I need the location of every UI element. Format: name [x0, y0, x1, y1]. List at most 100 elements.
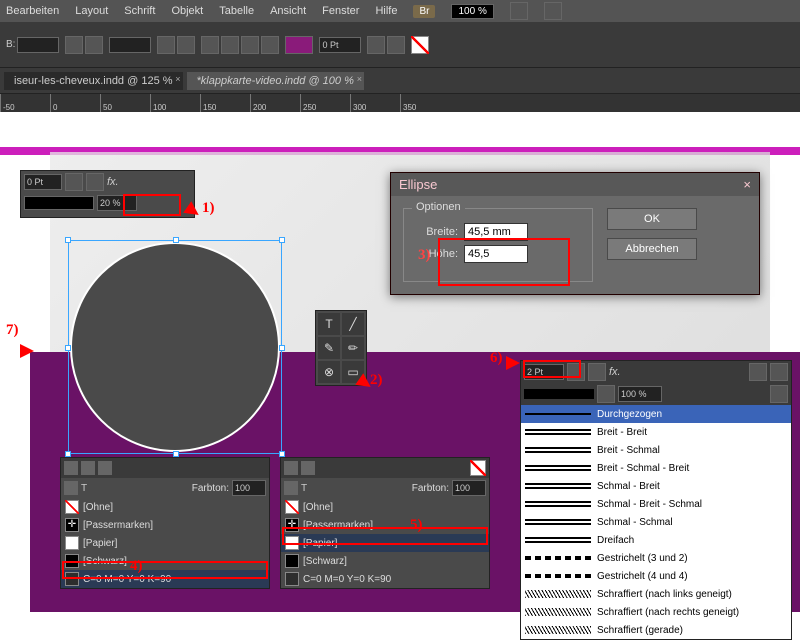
stroke-type[interactable]: Schraffiert (nach rechts geneigt) — [521, 603, 791, 621]
corner-icon[interactable] — [387, 36, 405, 54]
none-swatch-icon[interactable] — [411, 36, 429, 54]
width-field[interactable] — [17, 37, 59, 53]
type-tool-icon[interactable]: T — [318, 313, 340, 335]
swatch-none[interactable]: [Ohne] — [281, 498, 489, 516]
align-icon-2[interactable] — [177, 36, 195, 54]
ok-button[interactable]: OK — [607, 208, 697, 230]
cap-icon[interactable] — [597, 385, 615, 403]
pt-field[interactable]: 0 Pt — [319, 37, 361, 53]
none-icon[interactable] — [470, 460, 486, 476]
menu-tabelle[interactable]: Tabelle — [219, 5, 254, 17]
effects-icon[interactable] — [588, 363, 606, 381]
line-tool-icon[interactable]: ╱ — [342, 313, 364, 335]
align-icon[interactable] — [749, 363, 767, 381]
close-icon[interactable]: × — [743, 177, 751, 192]
view-mode-icon[interactable] — [510, 2, 528, 20]
flip-v-icon[interactable] — [85, 36, 103, 54]
panel-icon[interactable] — [284, 461, 298, 475]
dialog-titlebar[interactable]: Ellipse × — [391, 173, 759, 196]
resize-handle[interactable] — [65, 345, 71, 351]
fill-stroke-icon[interactable] — [64, 481, 78, 495]
stroke-type[interactable]: Schmal - Schmal — [521, 513, 791, 531]
swatch-cmyk90[interactable]: C=0 M=0 Y=0 K=90 — [281, 570, 489, 588]
stroke-weight-field[interactable]: 2 Pt — [524, 364, 564, 380]
ellipse-tool-icon[interactable]: ⊗ — [318, 361, 340, 383]
swatch-none[interactable]: [Ohne] — [61, 498, 269, 516]
pencil-tool-icon[interactable]: ✏ — [342, 337, 364, 359]
stroke-weight-field[interactable]: 0 Pt — [24, 174, 62, 190]
swatch-paper[interactable]: [Papier] — [281, 534, 489, 552]
tab-doc-1[interactable]: iseur-les-cheveux.indd @ 125 %× — [4, 72, 183, 90]
stroke-field[interactable] — [109, 37, 151, 53]
align-icon[interactable] — [157, 36, 175, 54]
text-wrap-icon[interactable] — [201, 36, 219, 54]
width-input[interactable] — [464, 223, 528, 241]
cancel-button[interactable]: Abbrechen — [607, 238, 697, 260]
text-wrap-icon-4[interactable] — [261, 36, 279, 54]
menu-layout[interactable]: Layout — [75, 5, 108, 17]
pen-tool-icon[interactable]: ✎ — [318, 337, 340, 359]
stroke-type[interactable]: Schmal - Breit - Schmal — [521, 495, 791, 513]
panel-icon[interactable] — [64, 461, 78, 475]
opacity-field[interactable]: 100 % — [618, 386, 662, 402]
close-icon[interactable]: × — [357, 74, 362, 84]
canvas-area[interactable]: 0 Pt fx. 20 % T ╱ ✎ ✏ ⊗ ▭ Ellipse × Opti… — [0, 112, 800, 600]
zoom-dropdown[interactable]: 100 % — [451, 4, 493, 19]
menu-fenster[interactable]: Fenster — [322, 5, 359, 17]
stroke-type[interactable]: Schraffiert (nach links geneigt) — [521, 585, 791, 603]
corner-icon[interactable] — [65, 173, 83, 191]
stroke-type[interactable]: Gestrichelt (3 und 2) — [521, 549, 791, 567]
stroke-type-solid[interactable]: Durchgezogen — [521, 405, 791, 423]
effects-icon[interactable] — [86, 173, 104, 191]
fill-swatch[interactable] — [285, 36, 313, 54]
annotation-1: 1) — [202, 200, 215, 217]
flip-h-icon[interactable] — [65, 36, 83, 54]
swatch-registration[interactable]: [Passermarken] — [281, 516, 489, 534]
swatch-registration[interactable]: [Passermarken] — [61, 516, 269, 534]
black-icon — [285, 554, 299, 568]
text-wrap-icon-2[interactable] — [221, 36, 239, 54]
close-icon[interactable]: × — [175, 74, 180, 84]
align-icon[interactable] — [770, 363, 788, 381]
swatch-cmyk90[interactable]: C=0 M=0 Y=0 K=90 — [61, 570, 269, 588]
fill-stroke-icon[interactable] — [284, 481, 298, 495]
resize-handle[interactable] — [279, 345, 285, 351]
arrange-icon[interactable] — [544, 2, 562, 20]
menu-objekt[interactable]: Objekt — [171, 5, 203, 17]
stroke-preview[interactable] — [524, 389, 594, 399]
tint-field[interactable]: 100 — [452, 480, 486, 496]
resize-handle[interactable] — [173, 237, 179, 243]
panel-icon[interactable] — [301, 461, 315, 475]
grid-icon[interactable] — [770, 385, 788, 403]
opacity-field[interactable]: 20 % — [97, 195, 137, 211]
menu-hilfe[interactable]: Hilfe — [375, 5, 397, 17]
tint-field[interactable]: 100 — [232, 480, 266, 496]
panel-icon[interactable] — [81, 461, 95, 475]
tool-cluster: T ╱ ✎ ✏ ⊗ ▭ — [315, 310, 367, 386]
stroke-preview[interactable] — [24, 196, 94, 210]
stroke-preview-icon — [525, 429, 591, 435]
tint-label: Farbton: — [192, 483, 229, 494]
stroke-type[interactable]: Breit - Schmal — [521, 441, 791, 459]
swatch-black[interactable]: [Schwarz] — [281, 552, 489, 570]
menu-bearbeiten[interactable]: Bearbeiten — [6, 5, 59, 17]
corner-icon[interactable] — [567, 363, 585, 381]
text-wrap-icon-3[interactable] — [241, 36, 259, 54]
tab-doc-2[interactable]: *klappkarte-video.indd @ 100 %× — [187, 72, 364, 90]
height-input[interactable] — [464, 245, 528, 263]
bridge-badge[interactable]: Br — [413, 5, 435, 18]
stroke-type[interactable]: Schmal - Breit — [521, 477, 791, 495]
resize-handle[interactable] — [279, 237, 285, 243]
stroke-type[interactable]: Breit - Breit — [521, 423, 791, 441]
stroke-type[interactable]: Dreifach — [521, 531, 791, 549]
stroke-type[interactable]: Gestrichelt (4 und 4) — [521, 567, 791, 585]
panel-icon[interactable] — [98, 461, 112, 475]
fx-icon[interactable] — [367, 36, 385, 54]
resize-handle[interactable] — [65, 237, 71, 243]
stroke-type[interactable]: Breit - Schmal - Breit — [521, 459, 791, 477]
menu-ansicht[interactable]: Ansicht — [270, 5, 306, 17]
swatch-black[interactable]: [Schwarz] — [61, 552, 269, 570]
stroke-type[interactable]: Schraffiert (gerade) — [521, 621, 791, 639]
swatch-paper[interactable]: [Papier] — [61, 534, 269, 552]
menu-schrift[interactable]: Schrift — [124, 5, 155, 17]
